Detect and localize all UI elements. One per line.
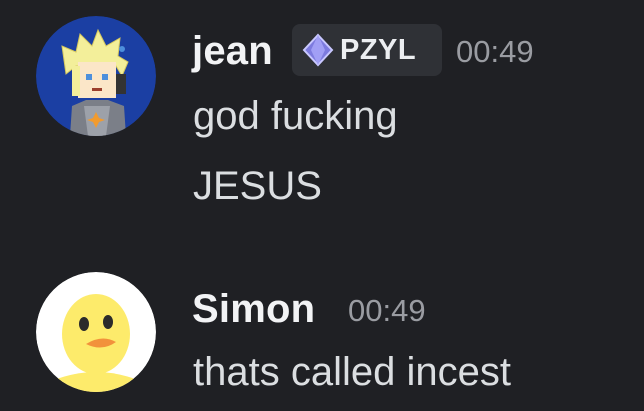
avatar[interactable] [36, 272, 156, 392]
author-name[interactable]: Simon [192, 289, 315, 329]
message-group: jean PZYL 00:49 god fucking JESUS [0, 0, 644, 240]
timestamp[interactable]: 00:49 [348, 295, 426, 326]
chat-messages: jean PZYL 00:49 god fucking JESUS Simon … [0, 0, 644, 411]
guild-tag-label: PZYL [340, 33, 417, 66]
author-name[interactable]: jean [192, 31, 273, 71]
gem-icon [302, 33, 334, 67]
message-group: Simon 00:49 thats called incest [0, 240, 644, 411]
avatar[interactable] [36, 16, 156, 136]
message-text: JESUS [193, 164, 322, 208]
message-text: god fucking [193, 94, 398, 138]
guild-tag[interactable]: PZYL [292, 24, 442, 76]
timestamp[interactable]: 00:49 [456, 36, 534, 67]
message-text: thats called incest [193, 350, 511, 394]
